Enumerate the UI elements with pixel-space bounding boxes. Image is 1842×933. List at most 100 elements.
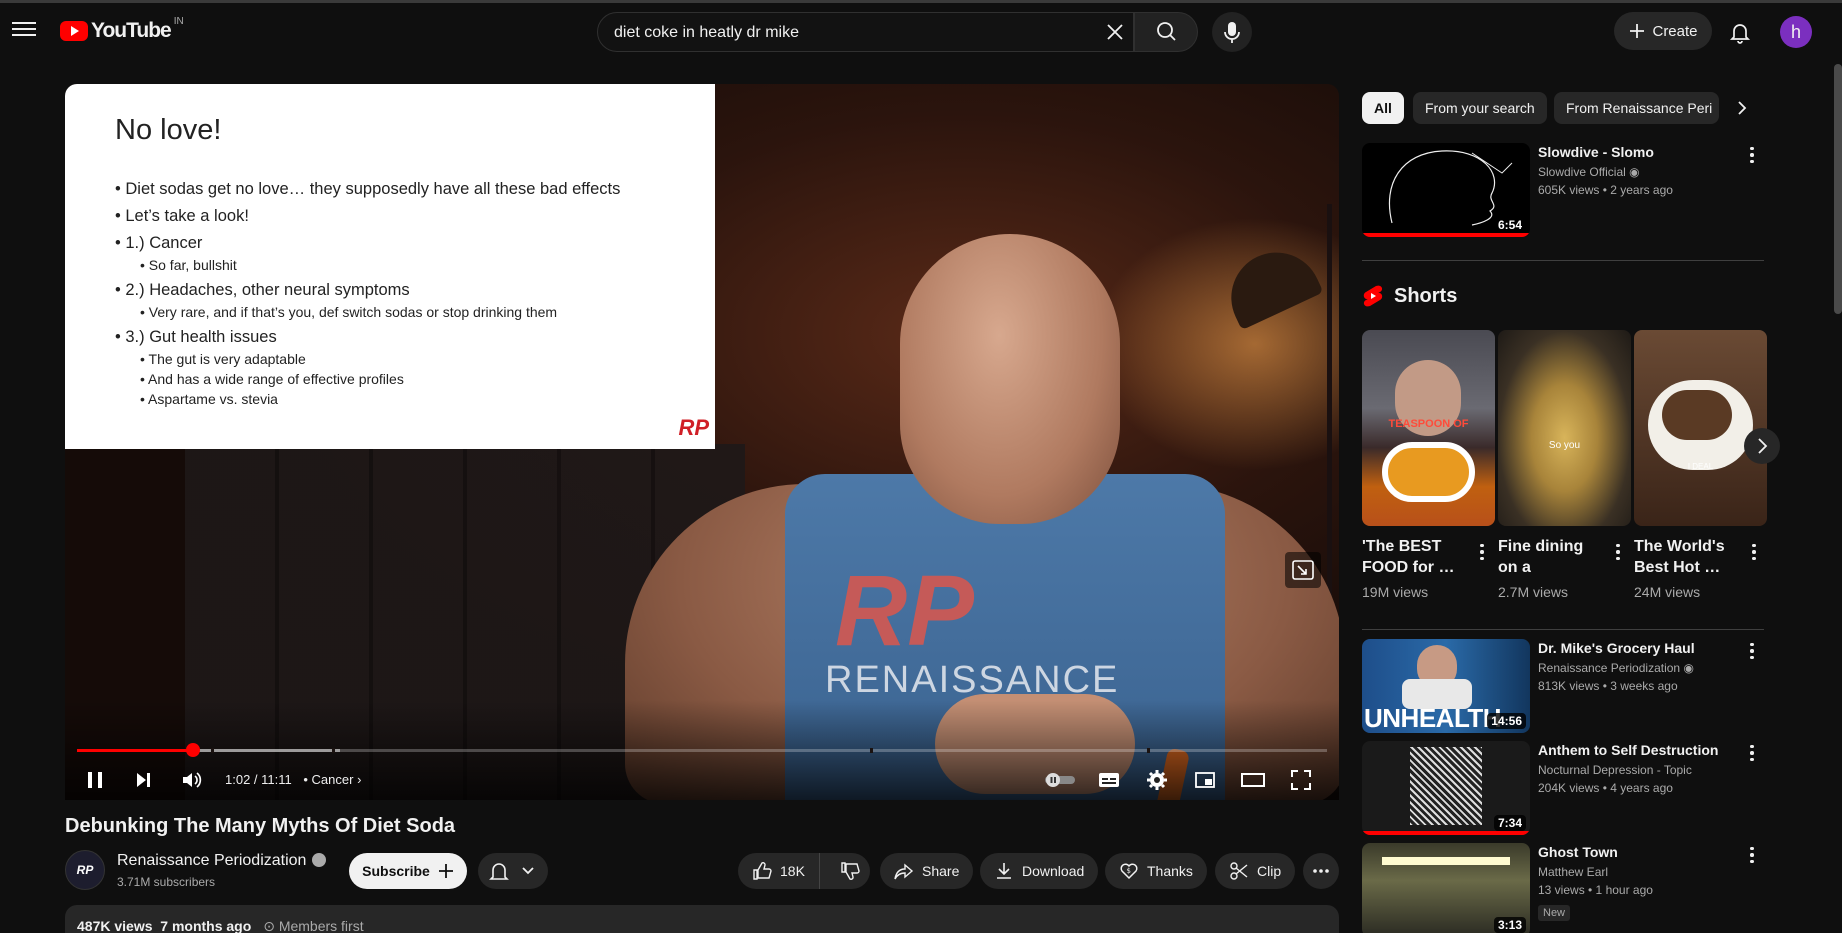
chapter-title[interactable]: • Cancer ›	[303, 772, 361, 787]
channel-name[interactable]: Renaissance Periodization	[117, 852, 306, 870]
page-scrollbar[interactable]	[1834, 64, 1842, 314]
like-button[interactable]: 18K	[738, 853, 820, 889]
notification-settings-button[interactable]	[478, 853, 548, 889]
youtube-logo[interactable]: YouTube IN	[60, 15, 184, 43]
autoplay-toggle-icon	[1045, 773, 1075, 787]
search-input[interactable]	[614, 21, 1084, 45]
watched-progress	[1362, 831, 1530, 835]
recommended-video[interactable]: UNHEALTH 14:56 Dr. Mike's Grocery Haul R…	[1362, 639, 1762, 735]
recommended-video[interactable]: 7:34 Anthem to Self Destruction Nocturna…	[1362, 741, 1762, 837]
autoplay-toggle[interactable]	[1041, 764, 1081, 796]
verified-check-icon: ◉	[1629, 165, 1640, 179]
new-badge: New	[1538, 905, 1571, 921]
video-thumbnail: UNHEALTH 14:56	[1362, 639, 1530, 733]
chip-from-your-search[interactable]: From your search	[1413, 92, 1547, 124]
next-button[interactable]	[123, 764, 163, 796]
short-views: 24M views	[1634, 584, 1701, 600]
verified-check-icon	[312, 853, 326, 867]
short-card[interactable]: I DEAL The World's Best Hot … 24M views	[1634, 330, 1767, 600]
chip-label: All	[1374, 100, 1392, 116]
notifications-bell-icon[interactable]	[1724, 16, 1756, 48]
slide-title: No love!	[115, 114, 222, 146]
chip-from-channel[interactable]: From Renaissance Peri	[1554, 92, 1719, 124]
subtitles-icon	[1099, 773, 1119, 787]
progress-bar[interactable]	[77, 749, 1327, 752]
share-button[interactable]: Share	[880, 853, 974, 889]
chip-all[interactable]: All	[1362, 92, 1404, 124]
theater-mode-button[interactable]	[1233, 764, 1273, 796]
slide-bullet: Aspartame vs. stevia	[140, 391, 620, 407]
thanks-heart-icon: $	[1120, 863, 1138, 880]
account-avatar[interactable]: h	[1780, 16, 1812, 48]
more-vertical-icon[interactable]	[1742, 641, 1762, 661]
shorts-icon	[1363, 285, 1383, 307]
chip-label: From Renaissance Peri	[1566, 100, 1713, 116]
watched-progress	[1362, 233, 1530, 237]
fullscreen-icon	[1291, 770, 1311, 790]
more-vertical-icon[interactable]	[1742, 743, 1762, 763]
more-actions-button[interactable]	[1303, 853, 1339, 889]
menu-icon[interactable]	[12, 18, 36, 40]
progress-played	[77, 749, 194, 752]
channel-name: Slowdive Official ◉	[1538, 165, 1640, 179]
recommended-video[interactable]: 3:13 Ghost Town Matthew Earl 13 views • …	[1362, 843, 1762, 933]
clip-button[interactable]: Clip	[1215, 853, 1296, 889]
miniplayer-button[interactable]	[1185, 764, 1225, 796]
short-thumbnail: TEASPOON OF	[1362, 330, 1495, 526]
download-icon	[997, 863, 1011, 879]
plus-icon	[438, 864, 453, 878]
settings-button[interactable]	[1137, 764, 1177, 796]
more-vertical-icon[interactable]	[1608, 542, 1628, 562]
plus-icon	[1630, 24, 1645, 38]
clear-search-icon[interactable]	[1103, 20, 1127, 44]
svg-text:$: $	[1127, 867, 1131, 875]
download-button[interactable]: Download	[980, 853, 1099, 889]
short-overlay-text: So you	[1548, 440, 1581, 451]
search-button[interactable]	[1134, 12, 1198, 52]
shorts-next-button[interactable]	[1744, 428, 1780, 464]
chevron-right-icon[interactable]	[1730, 96, 1754, 120]
short-card[interactable]: TEASPOON OF 'The BEST FOOD for … 19M vie…	[1362, 330, 1495, 600]
download-label: Download	[1022, 863, 1085, 879]
video-title: Ghost Town	[1538, 844, 1618, 860]
subtitles-button[interactable]	[1089, 764, 1129, 796]
video-thumbnail: 6:54	[1362, 143, 1530, 237]
dislike-button[interactable]	[828, 853, 872, 889]
subscribe-button[interactable]: Subscribe	[349, 853, 467, 889]
country-code: IN	[173, 15, 184, 27]
chapter-marker	[211, 748, 214, 753]
logo-text: YouTube	[91, 19, 172, 42]
short-overlay-text: TEASPOON OF	[1388, 418, 1469, 430]
more-vertical-icon[interactable]	[1742, 145, 1762, 165]
slide-bullet: And has a wide range of effective profil…	[140, 371, 620, 387]
create-button[interactable]: Create	[1614, 12, 1712, 50]
miniplayer-expand-icon[interactable]	[1285, 552, 1321, 588]
thanks-button[interactable]: $ Thanks	[1105, 853, 1207, 889]
short-card[interactable]: So you Fine dining on a budge… 2.7M view…	[1498, 330, 1631, 600]
more-vertical-icon[interactable]	[1472, 542, 1492, 562]
more-vertical-icon[interactable]	[1744, 542, 1764, 562]
slide-bullet: Very rare, and if that’s you, def switch…	[140, 304, 620, 320]
video-meta: 605K views • 2 years ago	[1538, 183, 1673, 197]
channel-avatar[interactable]: RP	[65, 850, 105, 890]
channel-label: Slowdive Official	[1538, 165, 1626, 179]
voice-search-button[interactable]	[1212, 12, 1252, 52]
volume-button[interactable]	[171, 764, 211, 796]
slide-bullet: Diet sodas get no love… they supposedly …	[115, 180, 620, 199]
thumbs-down-icon	[841, 862, 860, 880]
verified-check-icon: ◉	[1683, 661, 1694, 675]
presenter-head	[900, 234, 1120, 524]
short-title: The World's Best Hot …	[1634, 538, 1725, 576]
divider	[1362, 629, 1764, 630]
more-vertical-icon[interactable]	[1742, 845, 1762, 865]
video-thumbnail: 7:34	[1362, 741, 1530, 835]
fullscreen-button[interactable]	[1281, 764, 1321, 796]
video-duration: 7:34	[1493, 815, 1526, 831]
chip-label: From your search	[1425, 100, 1535, 116]
thumbnail-overlay-text: UNHEALTH	[1364, 703, 1502, 733]
pause-button[interactable]	[75, 764, 115, 796]
recommended-video[interactable]: 6:54 Slowdive - Slomo Slowdive Official …	[1362, 143, 1762, 239]
search-box[interactable]	[597, 12, 1134, 52]
divider	[1362, 260, 1764, 261]
video-player[interactable]: RP RENAISSANCE No love! Diet sodas get n…	[65, 84, 1339, 800]
